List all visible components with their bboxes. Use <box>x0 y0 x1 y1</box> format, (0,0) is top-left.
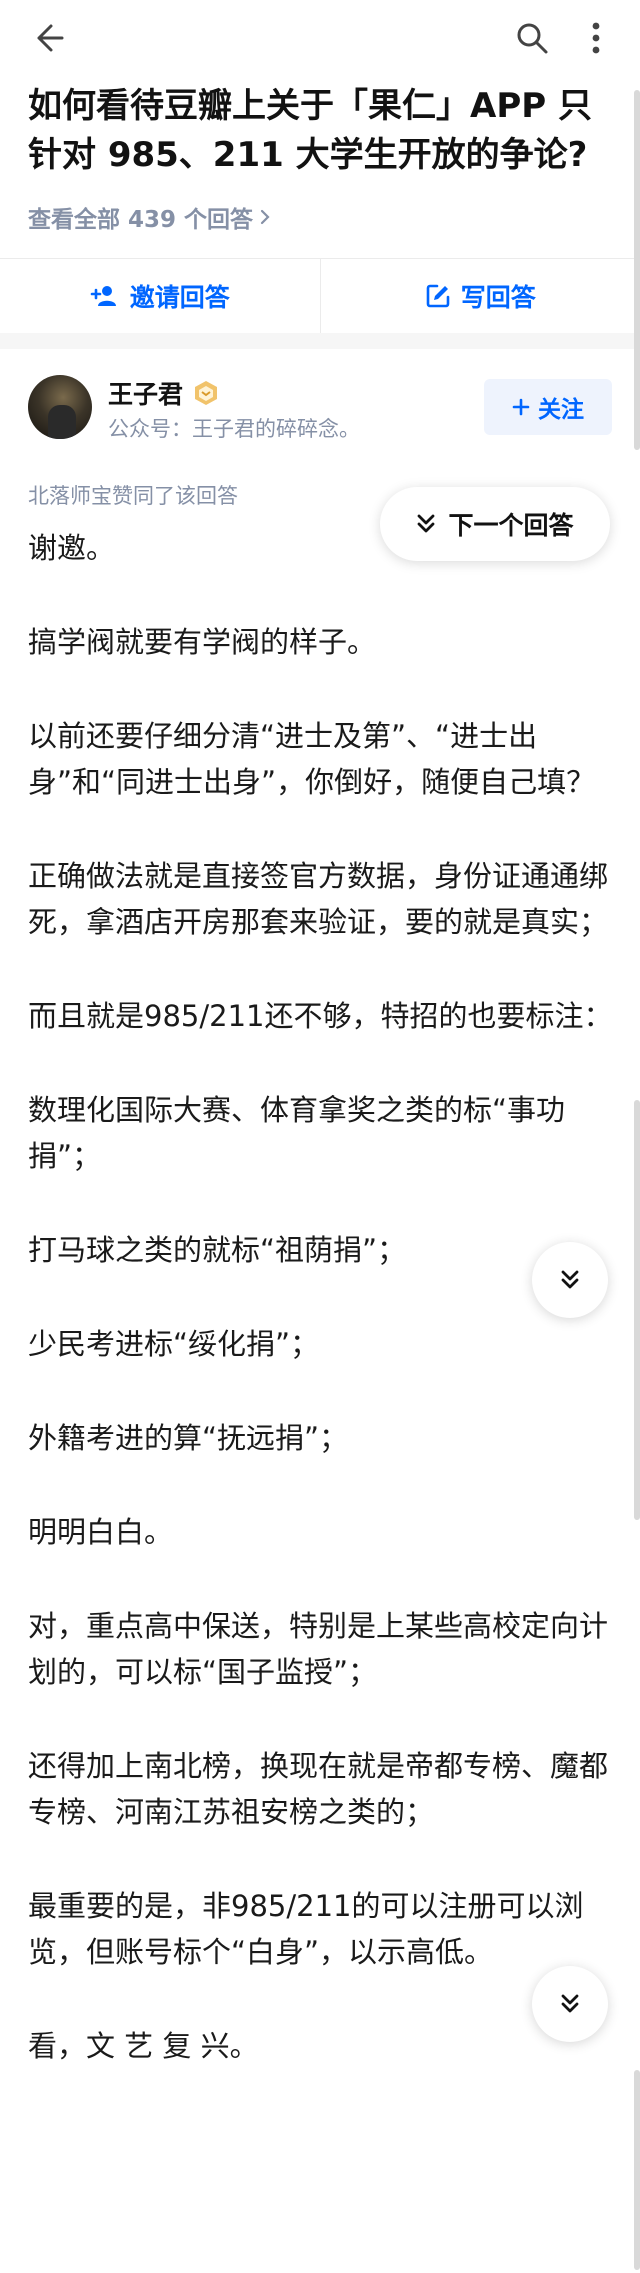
paragraph: 而且就是985/211还不够，特招的也要标注： <box>28 999 613 1033</box>
author-name: 王子君 <box>108 380 184 409</box>
section-divider <box>0 333 640 349</box>
paragraph: 数理化国际大赛、体育拿奖之类的标“事功捐”； <box>28 1093 566 1173</box>
invite-answer-label: 邀请回答 <box>129 283 230 312</box>
author-bio: 公众号：王子君的碎碎念。 <box>108 417 360 441</box>
double-chevron-down-icon <box>418 514 435 533</box>
paragraph: 明明白白。 <box>28 1515 174 1549</box>
paragraph: 搞学阀就要有学阀的样子。 <box>28 625 377 659</box>
view-all-answers-link[interactable]: 查看全部 439 个回答 <box>28 200 271 234</box>
paragraph: 看，文 艺 复 兴。 <box>28 2029 259 2063</box>
scroll-down-button[interactable] <box>532 1242 608 1318</box>
author-name-row[interactable]: 王子君 <box>108 375 219 411</box>
view-all-answers-label: 查看全部 439 个回答 <box>28 207 254 233</box>
next-answer-button[interactable]: 下一个回答 <box>380 487 610 561</box>
back-arrow-icon[interactable] <box>24 14 72 62</box>
invite-answer-button[interactable]: 邀请回答 <box>0 259 320 333</box>
chevron-right-icon <box>260 209 270 225</box>
paragraph: 最重要的是，非985/211的可以注册可以浏览，但账号标个“白身”，以示高低。 <box>28 1889 584 1969</box>
scrollbar[interactable] <box>634 90 640 450</box>
answer-content: 谢邀。 搞学阀就要有学阀的样子。 以前还要仔细分清“进士及第”、“进士出身”和“… <box>28 525 618 2117</box>
plus-icon <box>512 398 530 416</box>
write-answer-button[interactable]: 写回答 <box>319 259 640 333</box>
scrollbar[interactable] <box>634 1100 640 1520</box>
follow-button[interactable]: 关注 <box>484 379 612 435</box>
next-answer-label: 下一个回答 <box>448 511 574 540</box>
follow-label: 关注 <box>538 397 584 423</box>
double-chevron-down-icon <box>561 1994 579 2013</box>
double-chevron-down-icon <box>561 1270 579 1289</box>
more-options-icon[interactable] <box>572 14 620 62</box>
paragraph: 以前还要仔细分清“进士及第”、“进士出身”和“同进士出身”，你倒好，随便自己填？ <box>28 719 596 799</box>
scrollbar[interactable] <box>634 2070 640 2270</box>
answer-actions-bar: 邀请回答 写回答 <box>0 258 640 334</box>
paragraph: 少民考进标“绥化捐”； <box>28 1327 320 1361</box>
avatar[interactable] <box>28 375 92 439</box>
write-answer-label: 写回答 <box>460 283 536 312</box>
paragraph: 外籍考进的算“抚远捐”； <box>28 1421 349 1455</box>
search-icon[interactable] <box>508 14 556 62</box>
paragraph: 对，重点高中保送，特别是上某些高校定向计划的，可以标“国子监授”； <box>28 1609 609 1689</box>
question-title[interactable]: 如何看待豆瓣上关于「果仁」APP 只针对 985、211 大学生开放的争论? <box>28 82 618 180</box>
paragraph: 打马球之类的就标“祖荫捐”； <box>28 1233 407 1267</box>
certified-badge-icon <box>195 381 218 405</box>
edit-icon <box>426 284 450 308</box>
add-user-icon <box>90 286 116 306</box>
top-bar <box>0 0 640 76</box>
paragraph: 还得加上南北榜，换现在就是帝都专榜、魔都专榜、河南江苏祖安榜之类的； <box>28 1749 609 1829</box>
liked-by-note: 北落师宝赞同了该回答 <box>28 484 238 508</box>
paragraph: 正确做法就是直接签官方数据，身份证通通绑死，拿酒店开房那套来验证，要的就是真实； <box>28 859 609 939</box>
author-row: 王子君 公众号：王子君的碎碎念。 关注 <box>28 375 612 445</box>
scroll-down-button[interactable] <box>532 1966 608 2042</box>
